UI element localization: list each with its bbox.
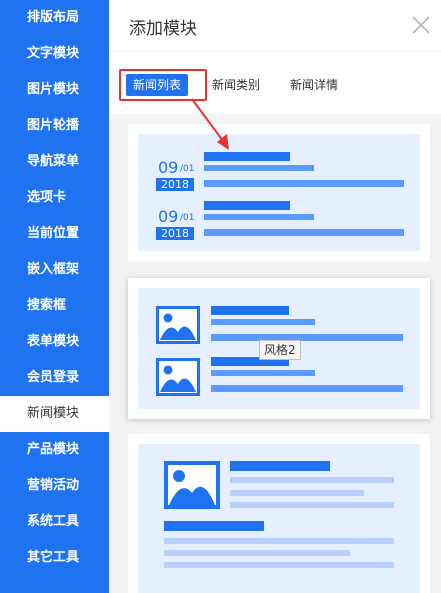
text-bar: [164, 562, 394, 568]
tab-news-category[interactable]: 新闻类别: [205, 74, 267, 96]
title-bar: [164, 521, 264, 531]
sidebar-item-product-module[interactable]: 产品模块: [0, 432, 109, 468]
sidebar-item-tabs[interactable]: 选项卡: [0, 180, 109, 216]
style-1-preview: 09 /01 2018 09 /01 2018: [138, 134, 420, 251]
title-bar: [204, 201, 290, 210]
image-placeholder-icon: [164, 461, 220, 509]
text-bar: [164, 550, 350, 556]
image-placeholder-icon: [156, 358, 200, 396]
text-bar: [204, 214, 314, 220]
title-bar: [211, 306, 289, 315]
sidebar-item-layout[interactable]: 排版布局: [0, 0, 109, 36]
sidebar-item-other-tools[interactable]: 其它工具: [0, 540, 109, 576]
sidebar-item-iframe[interactable]: 嵌入框架: [0, 252, 109, 288]
text-bar: [204, 165, 314, 171]
style-card-3[interactable]: [128, 434, 430, 593]
text-bar: [211, 370, 315, 376]
tab-news-detail[interactable]: 新闻详情: [283, 74, 345, 96]
add-module-panel: 添加模块 新闻列表 新闻类别 新闻详情 09 /01 2018 09 /01 2…: [109, 0, 441, 593]
date-year: 2018: [156, 178, 194, 191]
text-bar: [211, 319, 315, 325]
sidebar-item-image-module[interactable]: 图片模块: [0, 72, 109, 108]
text-bar: [211, 334, 403, 341]
date-block: 09 /01 2018: [156, 157, 194, 191]
date-month: /01: [180, 213, 195, 223]
panel-title: 添加模块: [129, 19, 197, 39]
sidebar-item-marketing[interactable]: 营销活动: [0, 468, 109, 504]
style-3-preview: [138, 444, 420, 593]
close-button[interactable]: [411, 15, 431, 35]
sidebar-item-news-module[interactable]: 新闻模块: [0, 396, 109, 432]
date-year: 2018: [156, 227, 194, 240]
style-tooltip: 风格2: [259, 340, 301, 360]
sidebar-item-breadcrumb[interactable]: 当前位置: [0, 216, 109, 252]
sidebar-item-system-tools[interactable]: 系统工具: [0, 504, 109, 540]
sidebar-item-search-box[interactable]: 搜索框: [0, 288, 109, 324]
text-bar: [230, 490, 364, 496]
date-block: 09 /01 2018: [156, 206, 194, 240]
module-sidebar: 排版布局 文字模块 图片模块 图片轮播 导航菜单 选项卡 当前位置 嵌入框架 搜…: [0, 0, 109, 593]
title-bar: [230, 461, 330, 471]
style-card-1[interactable]: 09 /01 2018 09 /01 2018: [128, 124, 430, 261]
text-bar: [204, 180, 404, 187]
title-bar: [204, 152, 290, 161]
text-bar: [211, 385, 403, 392]
tab-news-list[interactable]: 新闻列表: [126, 74, 189, 96]
text-bar: [164, 538, 394, 544]
sidebar-item-text-module[interactable]: 文字模块: [0, 36, 109, 72]
sidebar-item-member-login[interactable]: 会员登录: [0, 360, 109, 396]
panel-header: 添加模块: [109, 0, 441, 51]
text-bar: [230, 502, 394, 508]
image-placeholder-icon: [156, 306, 200, 344]
text-bar: [204, 229, 404, 236]
sidebar-item-nav-menu[interactable]: 导航菜单: [0, 144, 109, 180]
date-day: 09: [158, 158, 179, 177]
module-tabbar: 新闻列表 新闻类别 新闻详情: [109, 51, 441, 114]
date-day: 09: [158, 207, 179, 226]
date-month: /01: [180, 164, 195, 174]
sidebar-item-form-module[interactable]: 表单模块: [0, 324, 109, 360]
text-bar: [230, 477, 394, 483]
sidebar-item-image-carousel[interactable]: 图片轮播: [0, 108, 109, 144]
close-x-icon: [412, 16, 430, 34]
